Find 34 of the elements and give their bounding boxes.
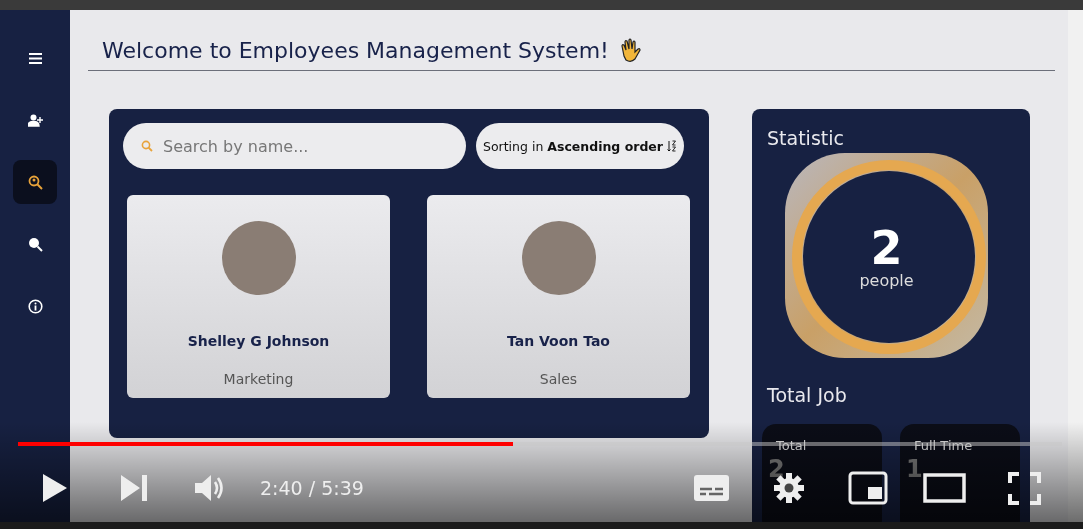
volume-button[interactable]: [194, 473, 226, 503]
add-person-icon: [27, 112, 43, 128]
playback-time: 2:40 / 5:39: [260, 477, 364, 499]
play-button[interactable]: [42, 473, 68, 503]
search-icon: [27, 236, 43, 252]
employee-name: Tan Voon Tao: [507, 333, 610, 349]
people-label: people: [859, 271, 914, 290]
theater-mode-button[interactable]: [923, 473, 966, 503]
page-title: Welcome to Employees Management System!: [102, 37, 609, 63]
menu-icon: [27, 50, 43, 66]
panel-title: Total Job: [767, 384, 848, 406]
employee-department: Marketing: [223, 371, 294, 387]
sidebar-item[interactable]: [13, 160, 57, 204]
scrollbar[interactable]: [1068, 10, 1083, 522]
person-search-icon: [27, 174, 43, 190]
job-count: 2: [768, 455, 786, 483]
fullscreen-button[interactable]: [1008, 471, 1041, 505]
job-label: Total: [776, 438, 808, 453]
employee-card[interactable]: Tan Voon Tao Sales: [427, 195, 690, 398]
employee-department: Sales: [539, 371, 578, 387]
people-count: 2: [870, 225, 903, 271]
info-icon: [27, 298, 43, 314]
search-icon: [141, 140, 153, 152]
next-button[interactable]: [120, 474, 148, 502]
employee-name: Shelley G Johnson: [187, 333, 330, 349]
employee-card[interactable]: Shelley G Johnson Marketing: [127, 195, 390, 398]
job-count: 1: [906, 455, 924, 483]
panel-title: Statistic: [767, 127, 845, 149]
sort-icon: [667, 140, 677, 152]
subtitles-button[interactable]: [693, 474, 730, 502]
job-label: Full Time: [914, 438, 974, 453]
sort-button[interactable]: Sorting in Ascending order: [476, 123, 684, 169]
search-field[interactable]: Search by name...: [123, 123, 466, 169]
miniplayer-button[interactable]: [848, 471, 888, 505]
